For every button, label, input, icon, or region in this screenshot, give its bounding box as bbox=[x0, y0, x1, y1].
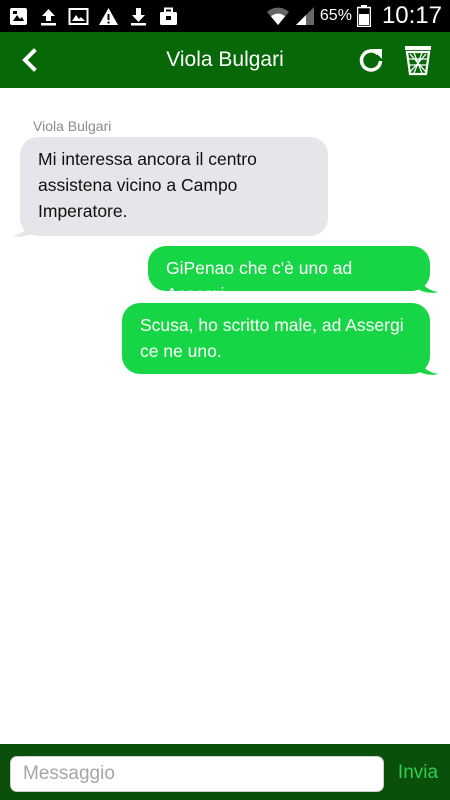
battery-percent: 65% bbox=[319, 7, 352, 24]
photo-sync-icon bbox=[8, 6, 29, 27]
refresh-button[interactable] bbox=[356, 45, 386, 75]
send-button[interactable]: Invia bbox=[392, 756, 444, 790]
delete-button[interactable] bbox=[404, 44, 432, 76]
download-icon bbox=[128, 6, 149, 27]
outgoing-message[interactable]: Scusa, ho scritto male, ad Assergi ce ne… bbox=[122, 303, 430, 374]
system-status: 65% 10:17 bbox=[266, 2, 442, 30]
incoming-message[interactable]: Mi interessa ancora il centro assistena … bbox=[20, 137, 328, 236]
notification-icons bbox=[8, 4, 179, 28]
refresh-icon bbox=[359, 49, 383, 72]
battery-icon bbox=[356, 5, 371, 27]
clock: 10:17 bbox=[381, 2, 442, 29]
image-icon bbox=[68, 6, 89, 27]
signal-icon bbox=[295, 7, 314, 25]
message-sender: Viola Bulgari bbox=[33, 118, 112, 134]
warning-icon bbox=[98, 6, 119, 27]
trash-icon bbox=[405, 46, 431, 76]
status-bar: 65% 10:17 bbox=[0, 0, 450, 32]
upload-icon bbox=[38, 6, 59, 27]
wifi-icon bbox=[266, 7, 289, 25]
briefcase-icon bbox=[158, 6, 179, 27]
composer-bar: Invia bbox=[0, 744, 450, 800]
message-input[interactable] bbox=[10, 756, 384, 792]
outgoing-message[interactable]: GiPenao che c'è uno ad Assergi bbox=[148, 246, 430, 304]
app-bar: Viola Bulgari bbox=[0, 32, 450, 88]
